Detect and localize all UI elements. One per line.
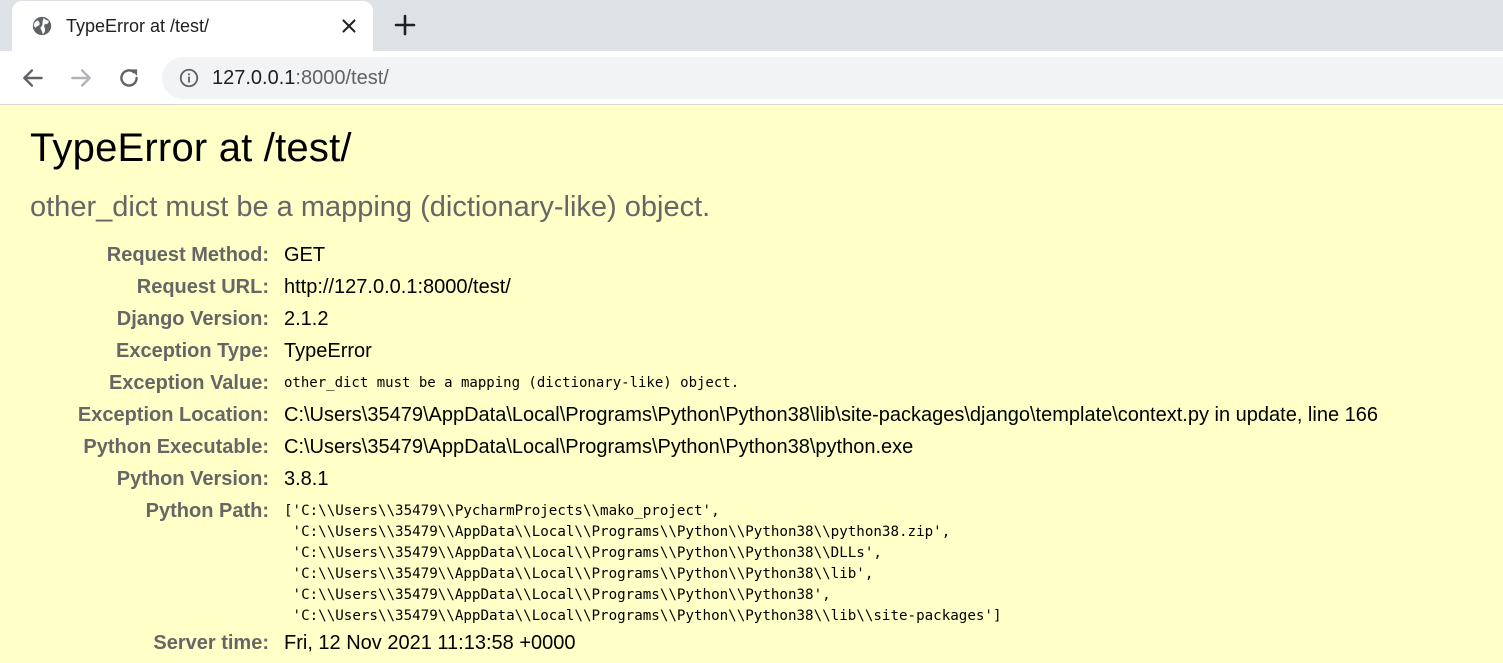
url-rest: :8000/test/ [295, 67, 389, 89]
python-path-entry: 'C:\\Users\\35479\\AppData\\Local\\Progr… [284, 524, 951, 540]
python-path-entry: 'C:\\Users\\35479\\AppData\\Local\\Progr… [284, 545, 882, 561]
browser-toolbar: 127.0.0.1:8000/test/ [0, 51, 1503, 105]
python-path-entry: 'C:\\Users\\35479\\AppData\\Local\\Progr… [284, 608, 1002, 624]
address-bar[interactable]: 127.0.0.1:8000/test/ [162, 57, 1503, 99]
url-text[interactable]: 127.0.0.1:8000/test/ [212, 67, 389, 90]
python-path-list: ['C:\\Users\\35479\\PycharmProjects\\mak… [284, 501, 1002, 627]
globe-icon [32, 16, 52, 36]
plus-icon[interactable] [393, 13, 417, 37]
meta-value: C:\Users\35479\AppData\Local\Programs\Py… [284, 436, 914, 458]
error-page: TypeError at /test/ other_dict must be a… [0, 106, 1503, 663]
meta-value: Fri, 12 Nov 2021 11:13:58 +0000 [284, 632, 576, 654]
meta-value: C:\Users\35479\AppData\Local\Programs\Py… [284, 404, 1378, 426]
python-path-entry: ['C:\\Users\\35479\\PycharmProjects\\mak… [284, 503, 720, 519]
python-path-entry: 'C:\\Users\\35479\\AppData\\Local\\Progr… [284, 587, 831, 603]
meta-label: Exception Value: [108, 372, 269, 394]
url-host: 127.0.0.1 [212, 67, 296, 89]
meta-value: http://127.0.0.1:8000/test/ [284, 276, 511, 298]
meta-label: Django Version: [116, 308, 269, 330]
error-message: other_dict must be a mapping (dictionary… [30, 191, 711, 223]
info-icon[interactable] [178, 67, 200, 89]
meta-label: Python Executable: [83, 436, 269, 458]
close-icon[interactable] [338, 15, 360, 37]
meta-label: Python Path: [145, 500, 269, 522]
meta-value: other_dict must be a mapping (dictionary… [284, 375, 740, 391]
meta-value: 2.1.2 [284, 308, 329, 330]
meta-value: GET [284, 244, 326, 266]
forward-arrow-icon[interactable] [68, 65, 94, 91]
tab-title: TypeError at /test/ [66, 16, 210, 36]
meta-value: TypeError [284, 340, 372, 362]
meta-label: Request Method: [106, 244, 269, 266]
python-path-entry: 'C:\\Users\\35479\\AppData\\Local\\Progr… [284, 566, 874, 582]
page-title: TypeError at /test/ [30, 126, 352, 170]
meta-value: 3.8.1 [284, 468, 329, 490]
meta-label: Python Version: [116, 468, 269, 490]
meta-label: Server time: [153, 632, 269, 654]
meta-label: Request URL: [136, 276, 269, 298]
browser-tab[interactable]: TypeError at /test/ [12, 1, 373, 51]
back-arrow-icon[interactable] [20, 65, 46, 91]
tab-strip: TypeError at /test/ [0, 0, 1503, 51]
meta-label: Exception Type: [116, 340, 269, 362]
reload-icon[interactable] [116, 65, 142, 91]
meta-label: Exception Location: [77, 404, 269, 426]
